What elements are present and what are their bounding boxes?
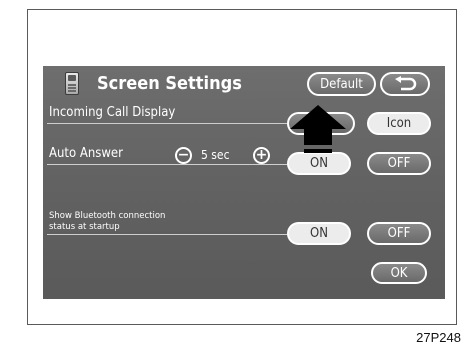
- divider: [47, 234, 291, 235]
- decrease-button[interactable]: −: [175, 147, 192, 164]
- pointer-arrow-icon: [290, 105, 346, 153]
- figure-caption: 27P248: [416, 330, 461, 345]
- bluetooth-status-label-line1: Show Bluetooth connection: [49, 211, 166, 221]
- back-arrow-icon: [395, 76, 417, 91]
- incoming-call-display-label: Incoming Call Display: [49, 105, 176, 120]
- auto-answer-off-button[interactable]: OFF: [367, 152, 431, 175]
- phone-icon: [65, 72, 79, 95]
- incoming-call-icon-button[interactable]: Icon: [367, 112, 431, 135]
- page-title: Screen Settings: [97, 73, 242, 94]
- bluetooth-off-button[interactable]: OFF: [367, 222, 431, 245]
- ok-button[interactable]: OK: [371, 262, 427, 284]
- default-button[interactable]: Default: [307, 72, 376, 96]
- bluetooth-on-button[interactable]: ON: [287, 222, 351, 245]
- auto-answer-value: 5 sec: [201, 148, 230, 162]
- screen-settings-panel: Screen Settings Default Incoming Call Di…: [43, 66, 445, 299]
- bluetooth-status-label-line2: status at startup: [49, 222, 120, 232]
- divider: [47, 123, 291, 124]
- back-button[interactable]: [380, 72, 430, 96]
- auto-answer-label: Auto Answer: [49, 146, 123, 161]
- increase-button[interactable]: +: [253, 147, 270, 164]
- divider: [47, 164, 291, 165]
